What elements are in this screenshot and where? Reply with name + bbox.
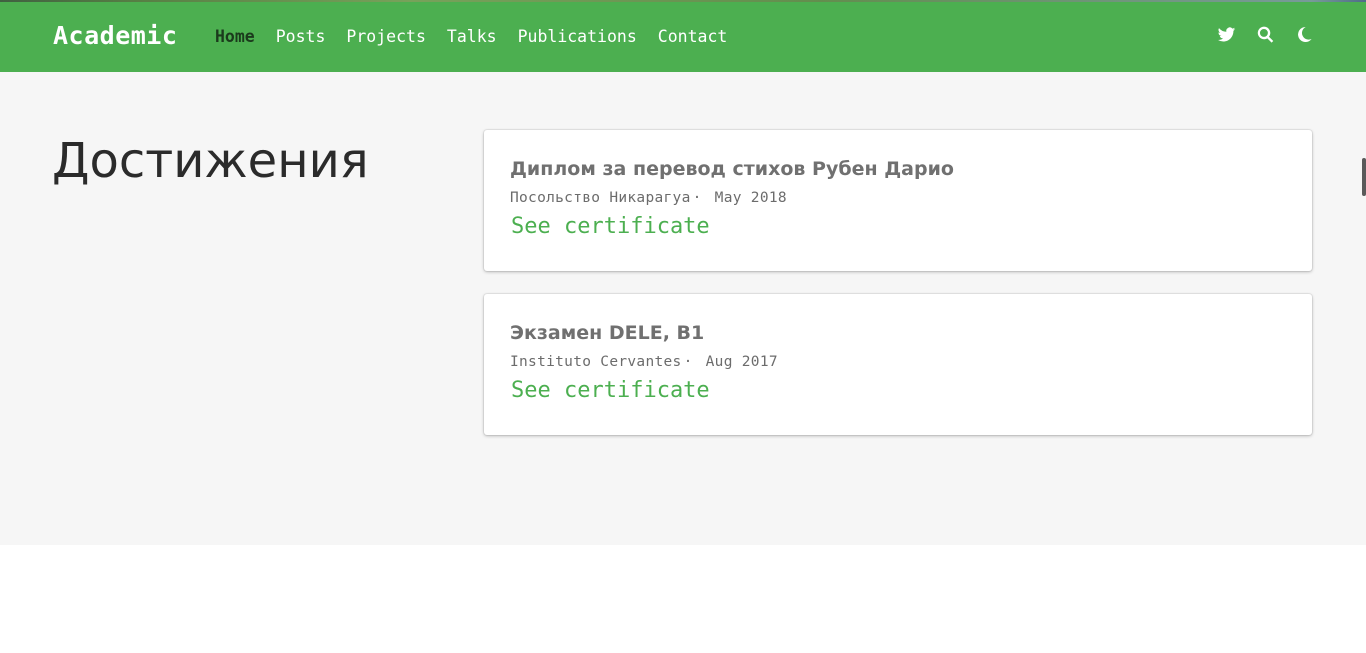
accomplishment-organization: Посольство Никарагуа [510, 190, 691, 206]
accomplishment-organization: Instituto Cervantes [510, 354, 682, 370]
top-navbar: Academic Home Posts Projects Talks Publi… [0, 0, 1366, 72]
accomplishments-section: Достижения Диплом за перевод стихов Рубе… [0, 72, 1366, 545]
nav-link-home[interactable]: Home [215, 22, 255, 52]
meta-separator: · [683, 354, 693, 370]
section-title: Достижения [52, 133, 369, 189]
scrollbar-thumb[interactable] [1362, 158, 1366, 196]
main-nav: Home Posts Projects Talks Publications C… [215, 22, 748, 52]
site-brand-link[interactable]: Academic [53, 20, 177, 52]
nav-link-contact[interactable]: Contact [658, 22, 728, 52]
moon-icon[interactable] [1295, 25, 1314, 44]
accomplishment-date: May 2018 [714, 190, 787, 206]
search-icon[interactable] [1256, 25, 1275, 44]
nav-link-publications[interactable]: Publications [518, 22, 637, 52]
accomplishment-meta: Посольство Никарагуа · May 2018 [510, 190, 787, 206]
navbar-icons [1217, 25, 1314, 44]
navbar-top-line [0, 0, 1366, 2]
accomplishment-date: Aug 2017 [705, 354, 778, 370]
see-certificate-link[interactable]: See certificate [511, 378, 710, 403]
see-certificate-link[interactable]: See certificate [511, 214, 710, 239]
accomplishment-card: Диплом за перевод стихов Рубен Дарио Пос… [484, 130, 1312, 271]
twitter-icon[interactable] [1217, 25, 1236, 44]
nav-link-projects[interactable]: Projects [346, 22, 425, 52]
nav-link-talks[interactable]: Talks [447, 22, 497, 52]
meta-separator: · [692, 190, 702, 206]
accomplishment-meta: Instituto Cervantes · Aug 2017 [510, 354, 778, 370]
nav-link-posts[interactable]: Posts [276, 22, 326, 52]
accomplishment-title: Экзамен DELE, B1 [510, 322, 705, 344]
accomplishment-title: Диплом за перевод стихов Рубен Дарио [510, 158, 954, 180]
accomplishment-card: Экзамен DELE, B1 Instituto Cervantes · Au… [484, 294, 1312, 435]
